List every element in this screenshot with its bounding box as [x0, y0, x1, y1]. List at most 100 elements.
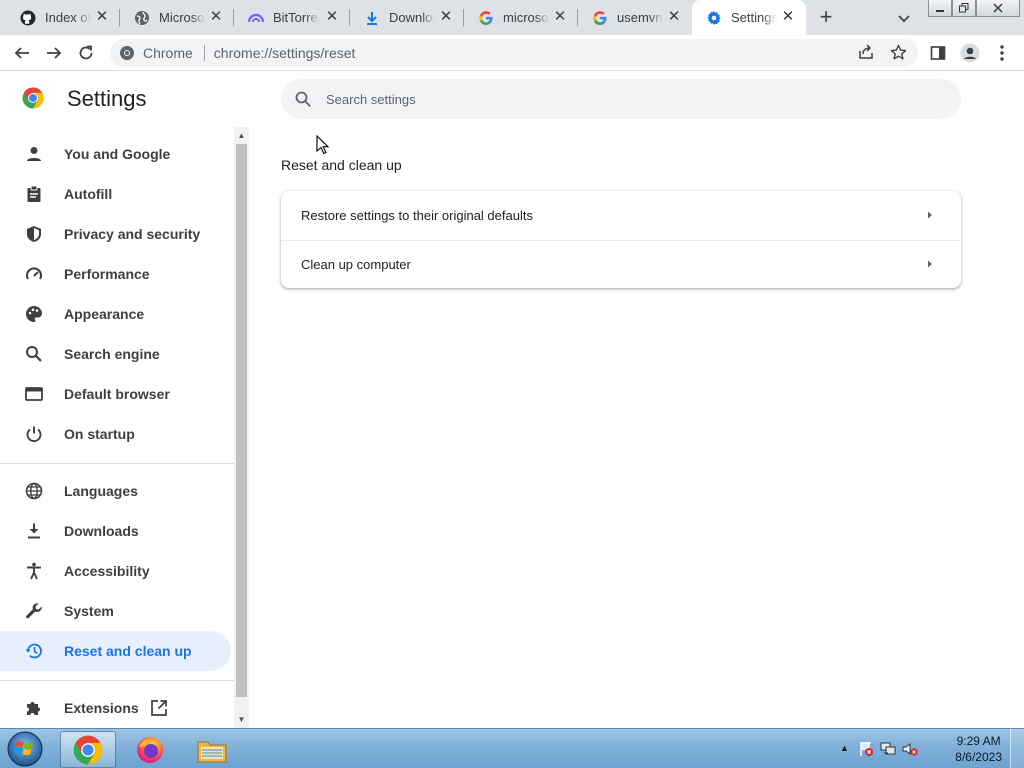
close-icon[interactable]: ✕: [666, 9, 682, 25]
sidebar-item-downloads[interactable]: Downloads: [0, 511, 231, 551]
sidebar-item-autofill[interactable]: Autofill: [0, 174, 231, 214]
show-desktop-button[interactable]: [1010, 729, 1024, 768]
clock[interactable]: 9:29 AM 8/6/2023: [955, 733, 1002, 765]
action-center-icon[interactable]: [858, 741, 874, 757]
menu-button[interactable]: [990, 41, 1014, 65]
network-icon[interactable]: [880, 741, 896, 757]
system-tray: ▲ 9:29 AM 8/6/2023: [834, 729, 1024, 768]
sidebar-item-appearance[interactable]: Appearance: [0, 294, 231, 334]
row-label: Restore settings to their original defau…: [301, 207, 533, 223]
gear-icon: [706, 10, 722, 26]
address-bar[interactable]: Chrome chrome://settings/reset: [110, 39, 918, 67]
tab-settings[interactable]: Settings ✕: [692, 0, 806, 35]
sidebar-item-system[interactable]: System: [0, 591, 231, 631]
bookmark-star-button[interactable]: [887, 41, 909, 63]
sidebar-item-label: Languages: [64, 483, 138, 499]
show-hidden-icons-icon[interactable]: ▲: [840, 743, 850, 753]
close-icon: [993, 3, 1003, 13]
back-button[interactable]: [10, 41, 34, 65]
site-chip-label: Chrome: [143, 45, 193, 61]
close-icon[interactable]: ✕: [94, 9, 110, 25]
avatar-icon: [960, 43, 980, 63]
mouse-cursor-icon: [316, 135, 330, 155]
person-icon: [24, 144, 44, 164]
new-tab-button[interactable]: +: [814, 6, 838, 30]
sidebar-item-performance[interactable]: Performance: [0, 254, 231, 294]
close-icon[interactable]: ✕: [438, 9, 454, 25]
search-icon: [295, 91, 311, 107]
sidebar-item-label: Reset and clean up: [64, 643, 192, 659]
sidebar-item-accessibility[interactable]: Accessibility: [0, 551, 231, 591]
arrow-right-icon: [928, 211, 932, 219]
restore-button[interactable]: [952, 0, 976, 17]
sidebar-item-label: Autofill: [64, 186, 113, 202]
start-button[interactable]: [4, 731, 46, 767]
tab-title: BitTorrent: [273, 10, 319, 25]
tab-index-of[interactable]: Index of ✕: [6, 0, 120, 35]
clock-date: 8/6/2023: [955, 750, 1002, 764]
minimize-button[interactable]: [928, 0, 952, 17]
sidebar-item-search-engine[interactable]: Search engine: [0, 334, 231, 374]
sidebar-item-languages[interactable]: Languages: [0, 471, 231, 511]
history-icon: [24, 641, 44, 661]
sidebar-item-extensions[interactable]: Extensions: [0, 688, 231, 728]
scroll-up-icon[interactable]: ▲: [237, 131, 246, 140]
windows-taskbar: ▲ 9:29 AM 8/6/2023: [0, 728, 1024, 768]
sidebar-item-default-browser[interactable]: Default browser: [0, 374, 231, 414]
tab-microsoft-2[interactable]: microsoft ✕: [464, 0, 578, 35]
close-icon[interactable]: ✕: [552, 9, 568, 25]
clock-time: 9:29 AM: [956, 734, 1001, 748]
browser-window-icon: [24, 384, 44, 404]
github-icon: [20, 10, 36, 26]
close-icon[interactable]: ✕: [780, 9, 796, 25]
close-icon[interactable]: ✕: [208, 9, 224, 25]
power-icon: [24, 424, 44, 444]
taskbar-firefox[interactable]: [122, 731, 178, 768]
wrench-icon: [24, 601, 44, 621]
sidebar-item-label: Default browser: [64, 386, 170, 402]
window-close-button[interactable]: [976, 0, 1020, 17]
tab-usemvn[interactable]: usemvn ✕: [578, 0, 692, 35]
side-panel-button[interactable]: [926, 41, 950, 65]
restore-icon: [959, 3, 969, 13]
tab-download[interactable]: Download ✕: [350, 0, 464, 35]
reload-button[interactable]: [74, 41, 98, 65]
tab-title: Download: [389, 10, 435, 25]
url-text[interactable]: chrome://settings/reset: [214, 45, 356, 61]
arrow-right-icon: [928, 260, 932, 268]
tab-search-button[interactable]: [894, 8, 914, 28]
taskbar-chrome[interactable]: [60, 731, 116, 768]
close-icon[interactable]: ✕: [324, 9, 340, 25]
clean-up-computer-row[interactable]: Clean up computer: [281, 240, 961, 288]
search-settings-box[interactable]: [281, 79, 961, 119]
page-title: Settings: [67, 86, 147, 111]
sidebar-item-label: Appearance: [64, 306, 145, 322]
clipboard-icon: [24, 184, 44, 204]
sidebar-scrollbar[interactable]: ▲ ▼: [234, 127, 249, 728]
sidebar-item-you-and-google[interactable]: You and Google: [0, 134, 231, 174]
restore-defaults-row[interactable]: Restore settings to their original defau…: [281, 191, 961, 239]
palette-icon: [24, 304, 44, 324]
sidebar-item-on-startup[interactable]: On startup: [0, 414, 231, 454]
scroll-down-icon[interactable]: ▼: [237, 715, 246, 724]
taskbar-file-explorer[interactable]: [184, 731, 240, 768]
more-vert-icon: [1000, 45, 1004, 61]
arrow-right-icon: [47, 47, 62, 59]
sidebar-item-label: You and Google: [64, 146, 171, 162]
tab-microsoft-1[interactable]: Microsoft ✕: [120, 0, 234, 35]
tab-title: Settings: [731, 10, 777, 25]
forward-button[interactable]: [42, 41, 66, 65]
tab-strip: Index of ✕ Microsoft ✕ BitTorrent ✕ Down…: [0, 0, 1024, 35]
sidebar-item-reset-and-clean-up[interactable]: Reset and clean up: [0, 631, 231, 671]
share-button[interactable]: [855, 41, 877, 63]
scrollbar-thumb[interactable]: [236, 144, 247, 697]
search-input[interactable]: [326, 91, 886, 107]
volume-muted-icon[interactable]: [902, 741, 918, 757]
tab-bittorrent[interactable]: BitTorrent ✕: [234, 0, 350, 35]
minimize-icon: [936, 10, 944, 12]
star-icon: [890, 44, 906, 59]
profile-button[interactable]: [958, 41, 982, 65]
sidebar-item-privacy-and-security[interactable]: Privacy and security: [0, 214, 231, 254]
download-icon: [24, 521, 44, 541]
reload-icon: [79, 45, 93, 60]
